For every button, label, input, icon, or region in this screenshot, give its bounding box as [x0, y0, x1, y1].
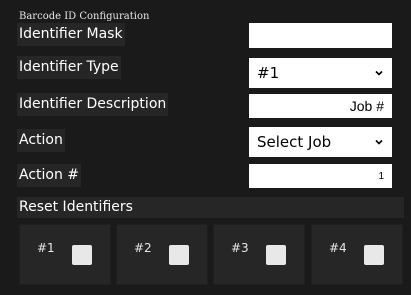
reset-item-label: #2: [134, 241, 152, 255]
action-label: Action: [17, 129, 65, 152]
reset-item-label: #3: [231, 241, 249, 255]
section-title: Barcode ID Configuration: [19, 11, 150, 22]
reset-item-3: #3: [213, 224, 305, 285]
identifier-mask-input[interactable]: [249, 23, 392, 48]
reset-identifiers-label: Reset Identifiers: [17, 197, 404, 218]
identifier-description-input[interactable]: [249, 94, 392, 118]
identifier-type-select[interactable]: #1: [249, 58, 392, 88]
reset-checkbox-2[interactable]: [169, 245, 189, 265]
reset-item-4: #4: [311, 224, 403, 285]
chevron-down-icon: [375, 70, 383, 76]
action-select[interactable]: Select Job: [249, 127, 392, 157]
action-number-label: Action #: [17, 164, 82, 187]
reset-item-2: #2: [116, 224, 208, 285]
identifier-type-label: Identifier Type: [17, 56, 121, 79]
chevron-down-icon: [375, 139, 383, 145]
identifier-description-label: Identifier Description: [17, 93, 169, 116]
reset-checkbox-1[interactable]: [72, 245, 92, 265]
identifier-mask-label: Identifier Mask: [17, 23, 125, 46]
action-value: Select Job: [257, 133, 332, 151]
reset-item-1: #1: [19, 224, 111, 285]
barcode-id-config-panel: Barcode ID Configuration Identifier Mask…: [0, 0, 411, 295]
identifier-type-value: #1: [257, 64, 280, 82]
action-number-input[interactable]: [249, 164, 392, 188]
reset-checkbox-3[interactable]: [266, 245, 286, 265]
reset-item-label: #1: [37, 241, 55, 255]
reset-item-label: #4: [329, 241, 347, 255]
reset-checkbox-4[interactable]: [364, 245, 384, 265]
